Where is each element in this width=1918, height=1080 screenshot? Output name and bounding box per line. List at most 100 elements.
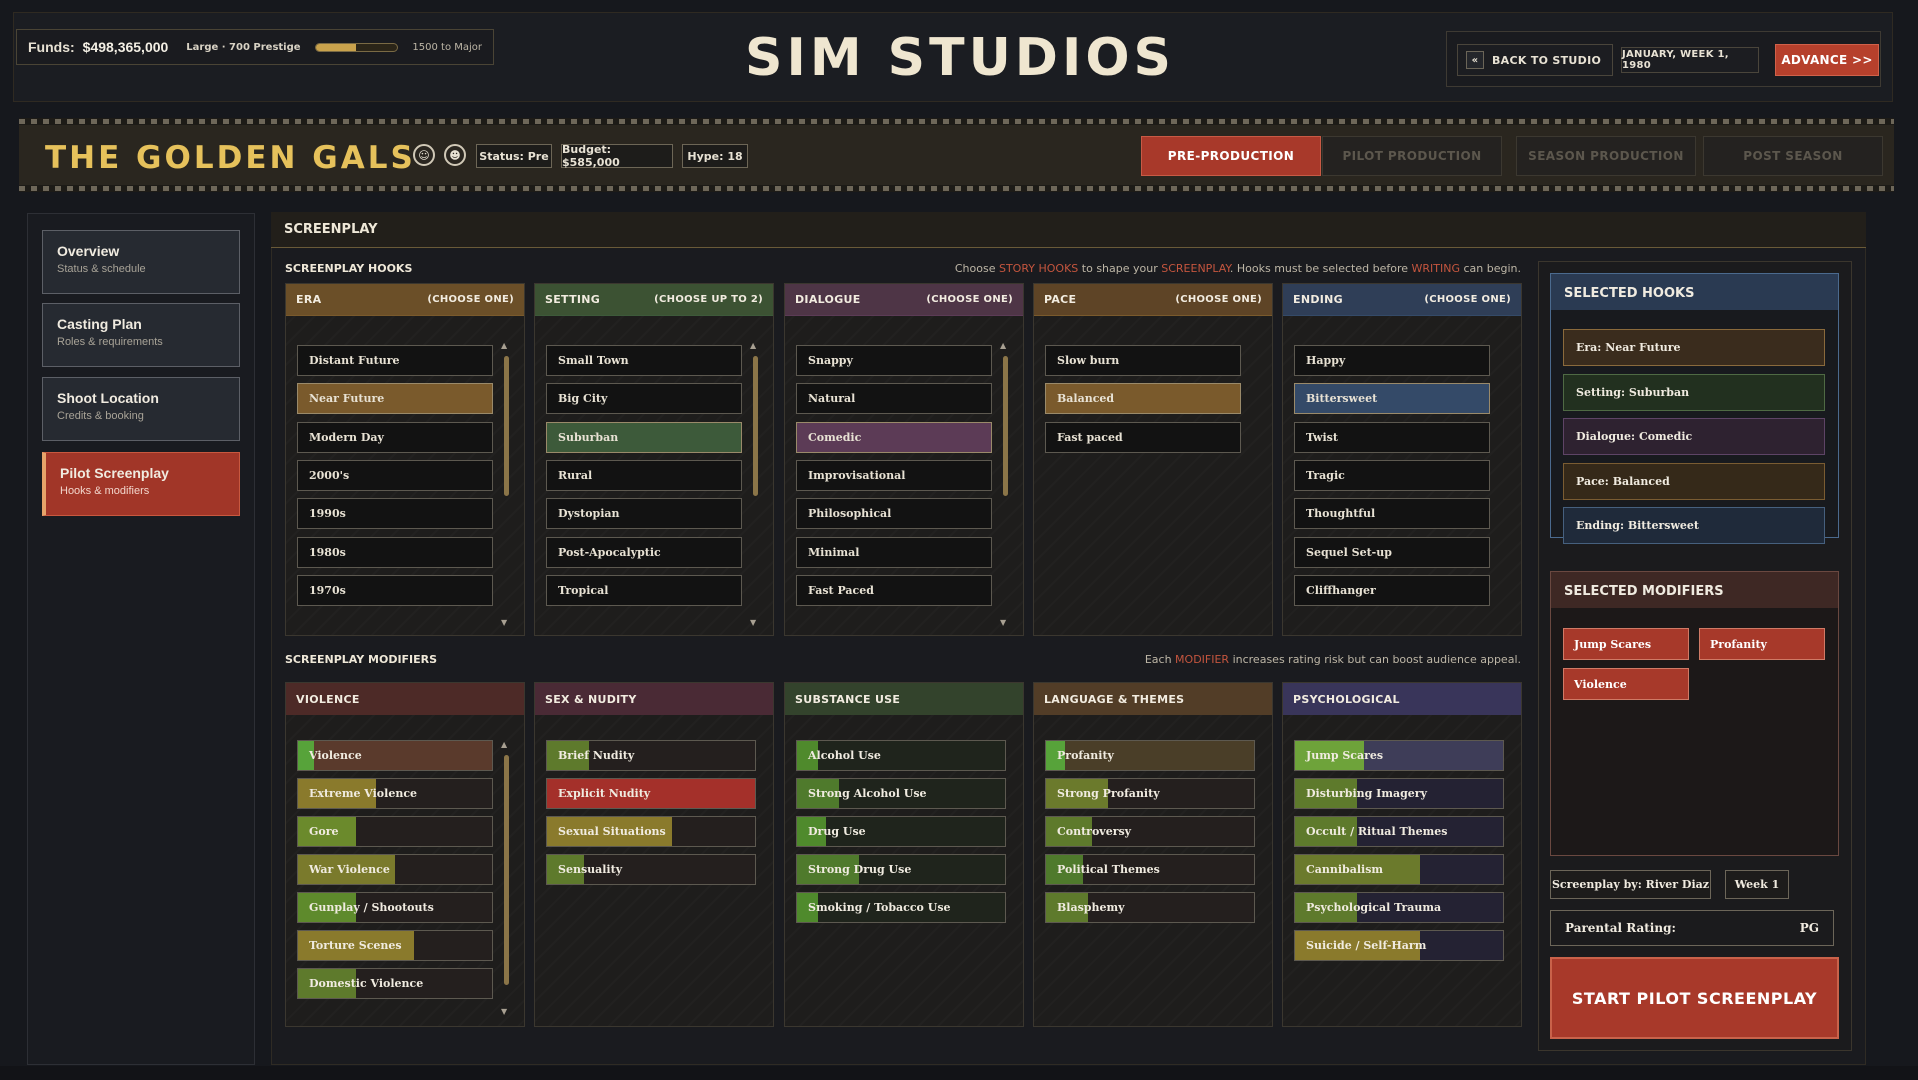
hook-option-happy[interactable]: Happy: [1294, 345, 1490, 376]
phase-tab-pilot-production[interactable]: PILOT PRODUCTION: [1322, 136, 1502, 176]
modifier-label: Extreme Violence: [309, 787, 418, 800]
hook-column-scrollbar[interactable]: ▲ ▼: [501, 341, 510, 627]
modifier-extreme-violence[interactable]: Extreme Violence: [297, 778, 493, 809]
hook-option-distant-future[interactable]: Distant Future: [297, 345, 493, 376]
hook-option-modern-day[interactable]: Modern Day: [297, 421, 493, 453]
scrollbar-thumb[interactable]: [504, 356, 509, 496]
modifier-sexual-situations[interactable]: Sexual Situations: [546, 816, 756, 847]
back-to-studio-button[interactable]: « BACK TO STUDIO: [1457, 44, 1613, 76]
hook-option-cliffhanger[interactable]: Cliffhanger: [1294, 574, 1490, 606]
nav-item-shoot-location[interactable]: Shoot Location Credits & booking: [42, 377, 240, 441]
hook-option-bittersweet[interactable]: Bittersweet: [1294, 383, 1490, 415]
modifier-domestic-violence[interactable]: Domestic Violence: [297, 968, 493, 999]
selected-modifier-chip[interactable]: Violence: [1563, 668, 1689, 700]
modifier-cannibalism[interactable]: Cannibalism: [1294, 854, 1504, 885]
hook-option-small-town[interactable]: Small Town: [546, 345, 742, 376]
modifier-suicide-self-harm[interactable]: Suicide / Self-Harm: [1294, 930, 1504, 961]
hook-column-header: DIALOGUE (CHOOSE ONE): [785, 284, 1023, 316]
modifier-blasphemy[interactable]: Blasphemy: [1045, 892, 1255, 923]
modifier-brief-nudity[interactable]: Brief Nudity: [546, 740, 756, 771]
hook-option-minimal[interactable]: Minimal: [796, 536, 992, 568]
scrollbar-thumb[interactable]: [1003, 356, 1008, 496]
modifier-drug-use[interactable]: Drug Use: [796, 816, 1006, 847]
advance-button[interactable]: ADVANCE >>: [1775, 44, 1879, 76]
modifier-political-themes[interactable]: Political Themes: [1045, 854, 1255, 885]
scroll-down-icon[interactable]: ▼: [750, 618, 756, 627]
modifier-strong-drug-use[interactable]: Strong Drug Use: [796, 854, 1006, 885]
hook-option-1980s[interactable]: 1980s: [297, 536, 493, 568]
selected-modifier-chip[interactable]: Profanity: [1699, 628, 1825, 660]
modifier-column-header: LANGUAGE & THEMES: [1034, 683, 1272, 715]
modifier-smoking-tobacco-use[interactable]: Smoking / Tobacco Use: [796, 892, 1006, 923]
phase-tab-season-production[interactable]: SEASON PRODUCTION: [1516, 136, 1696, 176]
hook-option-improvisational[interactable]: Improvisational: [796, 459, 992, 491]
selected-hook-chip[interactable]: Setting: Suburban: [1563, 373, 1825, 411]
hook-option-1990s[interactable]: 1990s: [297, 498, 493, 530]
modifier-jump-scares[interactable]: Jump Scares: [1294, 740, 1504, 771]
scroll-down-icon[interactable]: ▼: [1000, 618, 1006, 627]
scroll-down-icon[interactable]: ▼: [501, 618, 507, 627]
modifier-gunplay-shootouts[interactable]: Gunplay / Shootouts: [297, 892, 493, 923]
hook-option-twist[interactable]: Twist: [1294, 421, 1490, 453]
scroll-up-icon[interactable]: ▲: [501, 341, 507, 350]
hook-option-2000-s[interactable]: 2000's: [297, 459, 493, 491]
hooks-hint-highlight: STORY HOOKS: [998, 262, 1079, 275]
hook-option-snappy[interactable]: Snappy: [796, 345, 992, 376]
phase-tab-post-season[interactable]: POST SEASON: [1703, 136, 1883, 176]
hook-option-philosophical[interactable]: Philosophical: [796, 498, 992, 530]
hook-option-fast-paced[interactable]: Fast Paced: [796, 574, 992, 606]
modifier-torture-scenes[interactable]: Torture Scenes: [297, 930, 493, 961]
modifier-explicit-nudity[interactable]: Explicit Nudity: [546, 778, 756, 809]
nav-item-title: Overview: [57, 243, 120, 259]
phase-tab-pre-production[interactable]: PRE-PRODUCTION: [1141, 136, 1321, 176]
modifier-psychological-trauma[interactable]: Psychological Trauma: [1294, 892, 1504, 923]
nav-item-overview[interactable]: Overview Status & schedule: [42, 230, 240, 294]
modifier-sensuality[interactable]: Sensuality: [546, 854, 756, 885]
modifier-violence[interactable]: Violence: [297, 740, 493, 771]
modifier-war-violence[interactable]: War Violence: [297, 854, 493, 885]
modifier-gore[interactable]: Gore: [297, 816, 493, 847]
start-pilot-screenplay-button[interactable]: START PILOT SCREENPLAY: [1550, 957, 1839, 1039]
modifier-controversy[interactable]: Controversy: [1045, 816, 1255, 847]
hook-option-post-apocalyptic[interactable]: Post-Apocalyptic: [546, 536, 742, 568]
hook-option-slow-burn[interactable]: Slow burn: [1045, 345, 1241, 376]
selected-modifier-chip[interactable]: Jump Scares: [1563, 628, 1689, 660]
hook-option-near-future[interactable]: Near Future: [297, 383, 493, 415]
modifier-occult-ritual-themes[interactable]: Occult / Ritual Themes: [1294, 816, 1504, 847]
modifier-strong-alcohol-use[interactable]: Strong Alcohol Use: [796, 778, 1006, 809]
modifier-disturbing-imagery[interactable]: Disturbing Imagery: [1294, 778, 1504, 809]
modifier-label: Sexual Situations: [558, 825, 666, 838]
hook-option-big-city[interactable]: Big City: [546, 383, 742, 415]
hook-option-tropical[interactable]: Tropical: [546, 574, 742, 606]
selected-hook-chip[interactable]: Ending: Bittersweet: [1563, 507, 1825, 544]
hook-column-scrollbar[interactable]: ▲ ▼: [750, 341, 759, 627]
selected-hook-chip[interactable]: Pace: Balanced: [1563, 462, 1825, 500]
hook-option-natural[interactable]: Natural: [796, 383, 992, 415]
scroll-up-icon[interactable]: ▲: [1000, 341, 1006, 350]
hook-option-suburban[interactable]: Suburban: [546, 421, 742, 453]
scrollbar-thumb[interactable]: [753, 356, 758, 496]
hook-option-thoughtful[interactable]: Thoughtful: [1294, 498, 1490, 530]
selected-hook-chip[interactable]: Dialogue: Comedic: [1563, 418, 1825, 455]
hook-option-fast-paced[interactable]: Fast paced: [1045, 421, 1241, 453]
scrollbar-thumb[interactable]: [504, 755, 509, 985]
scroll-down-icon[interactable]: ▼: [501, 1007, 507, 1016]
nav-item-pilot-screenplay[interactable]: Pilot Screenplay Hooks & modifiers: [42, 452, 240, 516]
hook-option-tragic[interactable]: Tragic: [1294, 459, 1490, 491]
hook-option-dystopian[interactable]: Dystopian: [546, 498, 742, 530]
hook-option-1970s[interactable]: 1970s: [297, 574, 493, 606]
hook-option-balanced[interactable]: Balanced: [1045, 383, 1241, 415]
modifier-alcohol-use[interactable]: Alcohol Use: [796, 740, 1006, 771]
selected-hook-chip[interactable]: Era: Near Future: [1563, 329, 1825, 366]
hook-column-scrollbar[interactable]: ▲ ▼: [1000, 341, 1009, 627]
hook-column-requirement: (CHOOSE ONE): [1175, 294, 1262, 305]
scroll-up-icon[interactable]: ▲: [750, 341, 756, 350]
hook-option-rural[interactable]: Rural: [546, 459, 742, 491]
hook-option-comedic[interactable]: Comedic: [796, 421, 992, 453]
modifier-strong-profanity[interactable]: Strong Profanity: [1045, 778, 1255, 809]
modifier-profanity[interactable]: Profanity: [1045, 740, 1255, 771]
modifier-column-scrollbar[interactable]: ▲ ▼: [501, 740, 510, 1016]
nav-item-casting-plan[interactable]: Casting Plan Roles & requirements: [42, 303, 240, 367]
hook-option-sequel-set-up[interactable]: Sequel Set-up: [1294, 536, 1490, 568]
scroll-up-icon[interactable]: ▲: [501, 740, 507, 749]
